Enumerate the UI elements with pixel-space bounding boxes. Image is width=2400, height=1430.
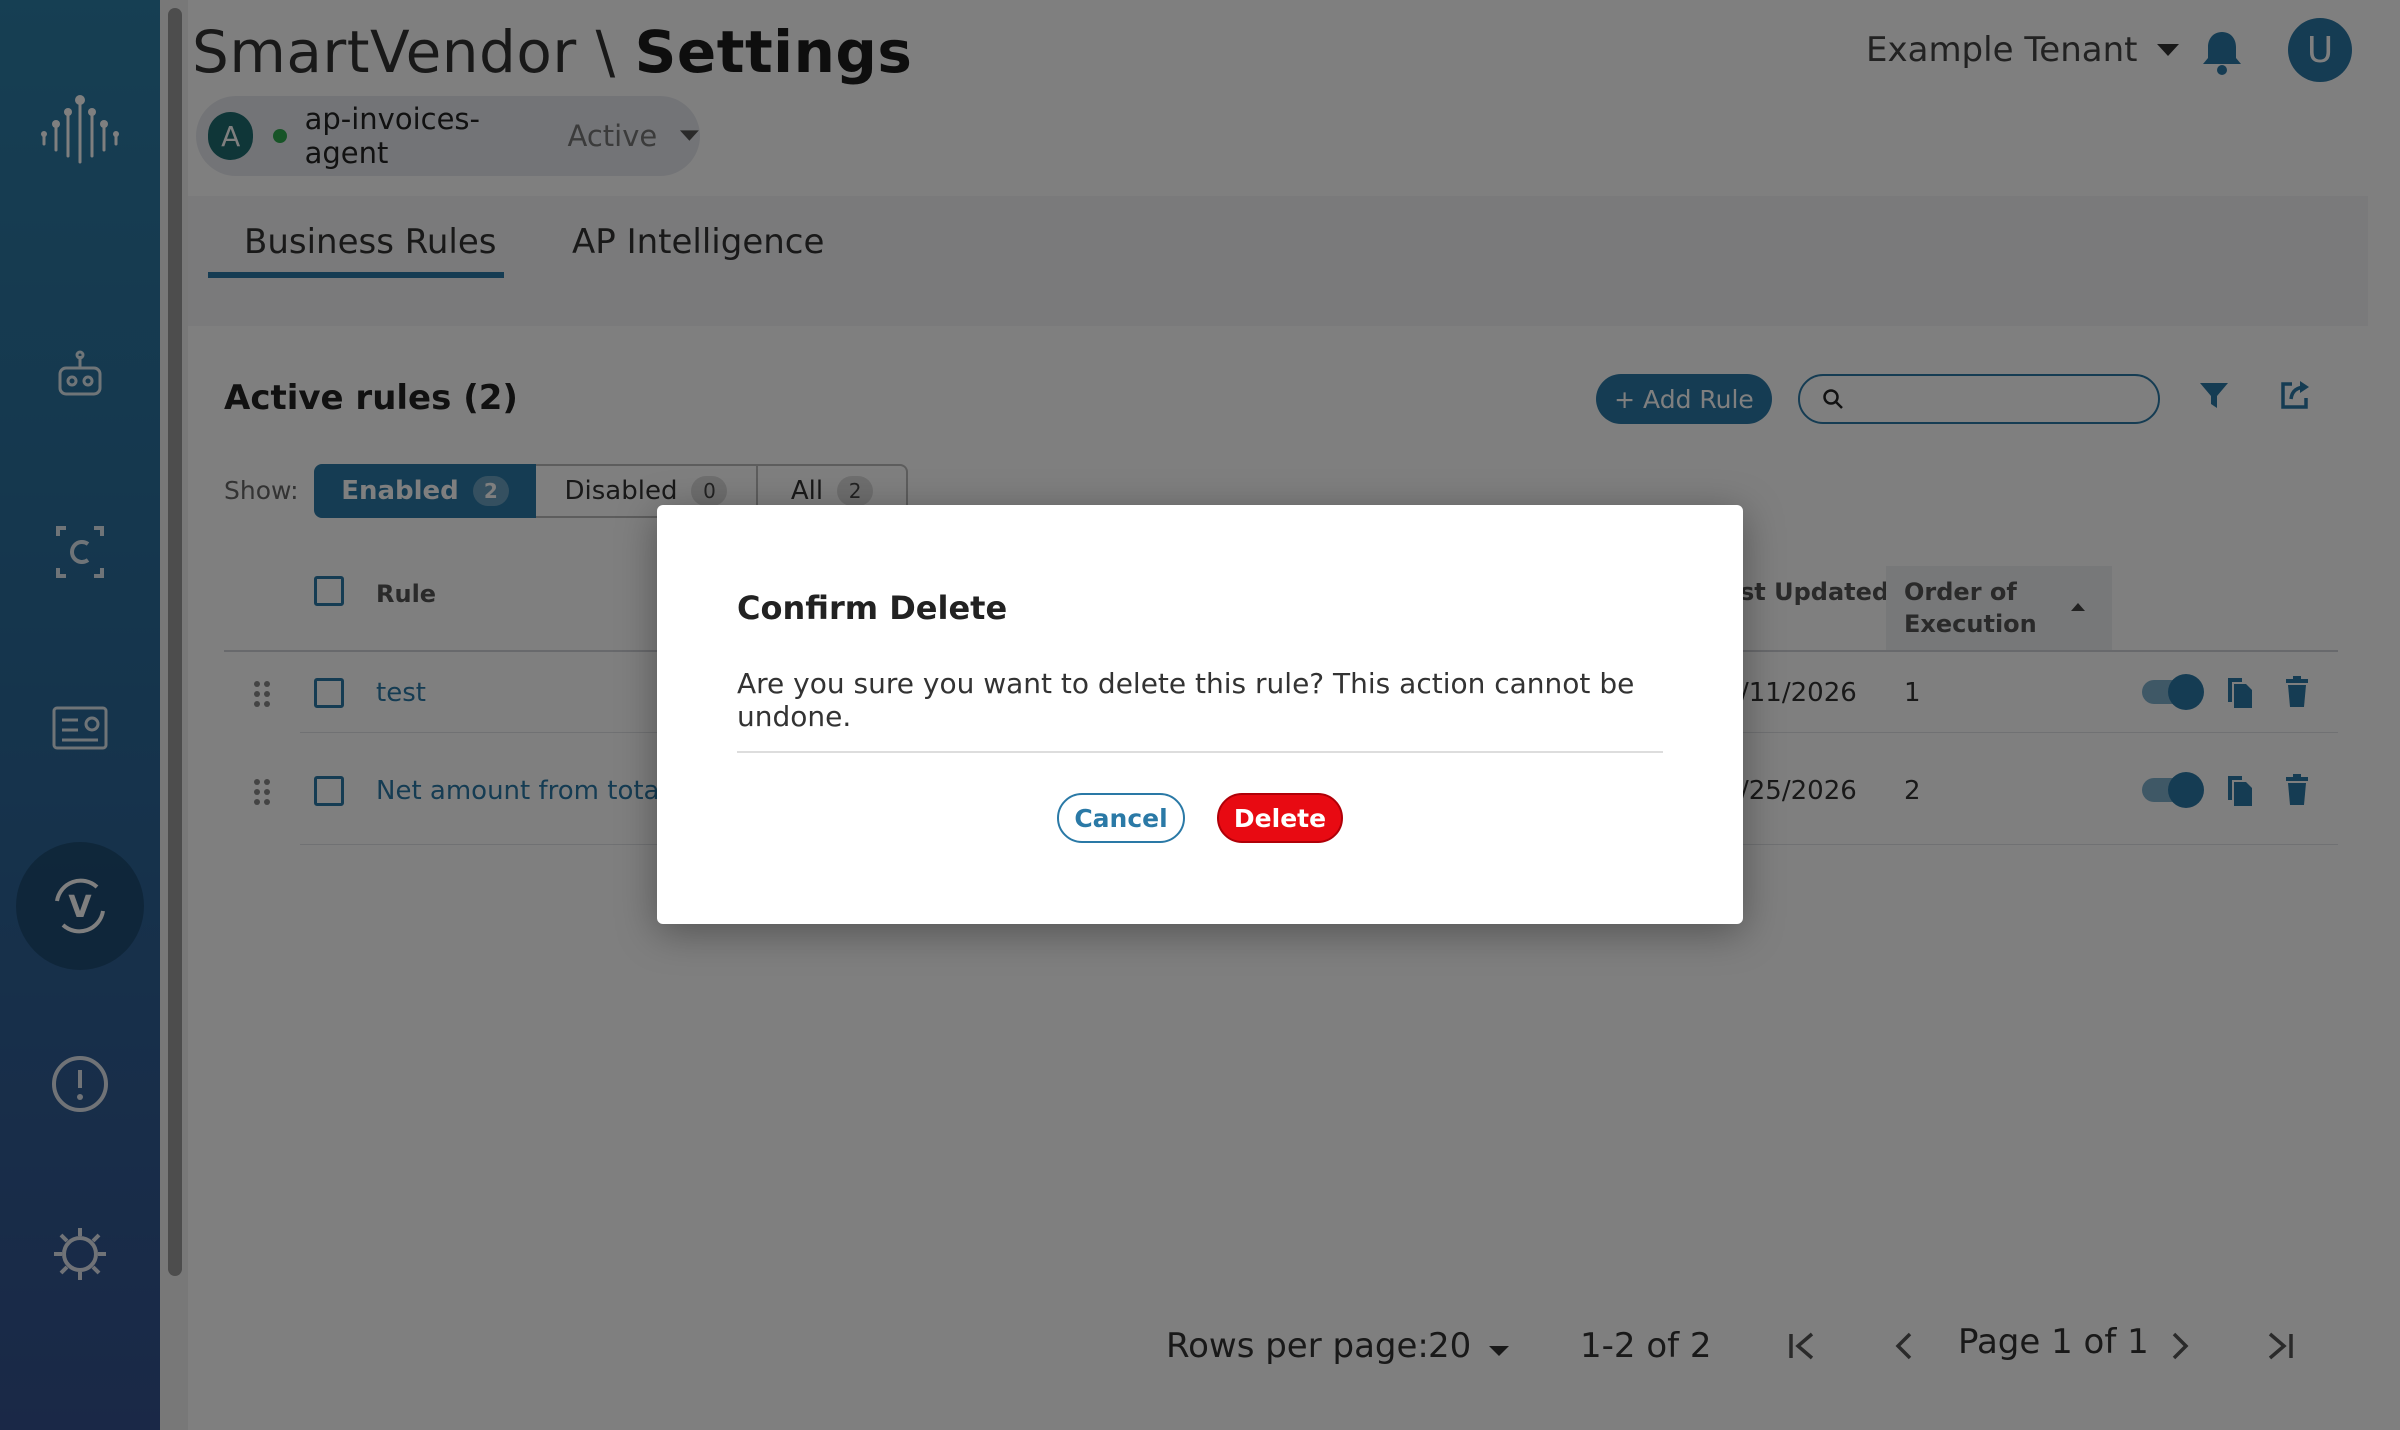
dialog-divider — [737, 751, 1663, 753]
cancel-button[interactable]: Cancel — [1057, 793, 1185, 843]
delete-button[interactable]: Delete — [1217, 793, 1343, 843]
confirm-delete-dialog: Confirm Delete Are you sure you want to … — [657, 505, 1743, 924]
dialog-message: Are you sure you want to delete this rul… — [737, 667, 1635, 733]
dialog-title: Confirm Delete — [737, 589, 1008, 627]
